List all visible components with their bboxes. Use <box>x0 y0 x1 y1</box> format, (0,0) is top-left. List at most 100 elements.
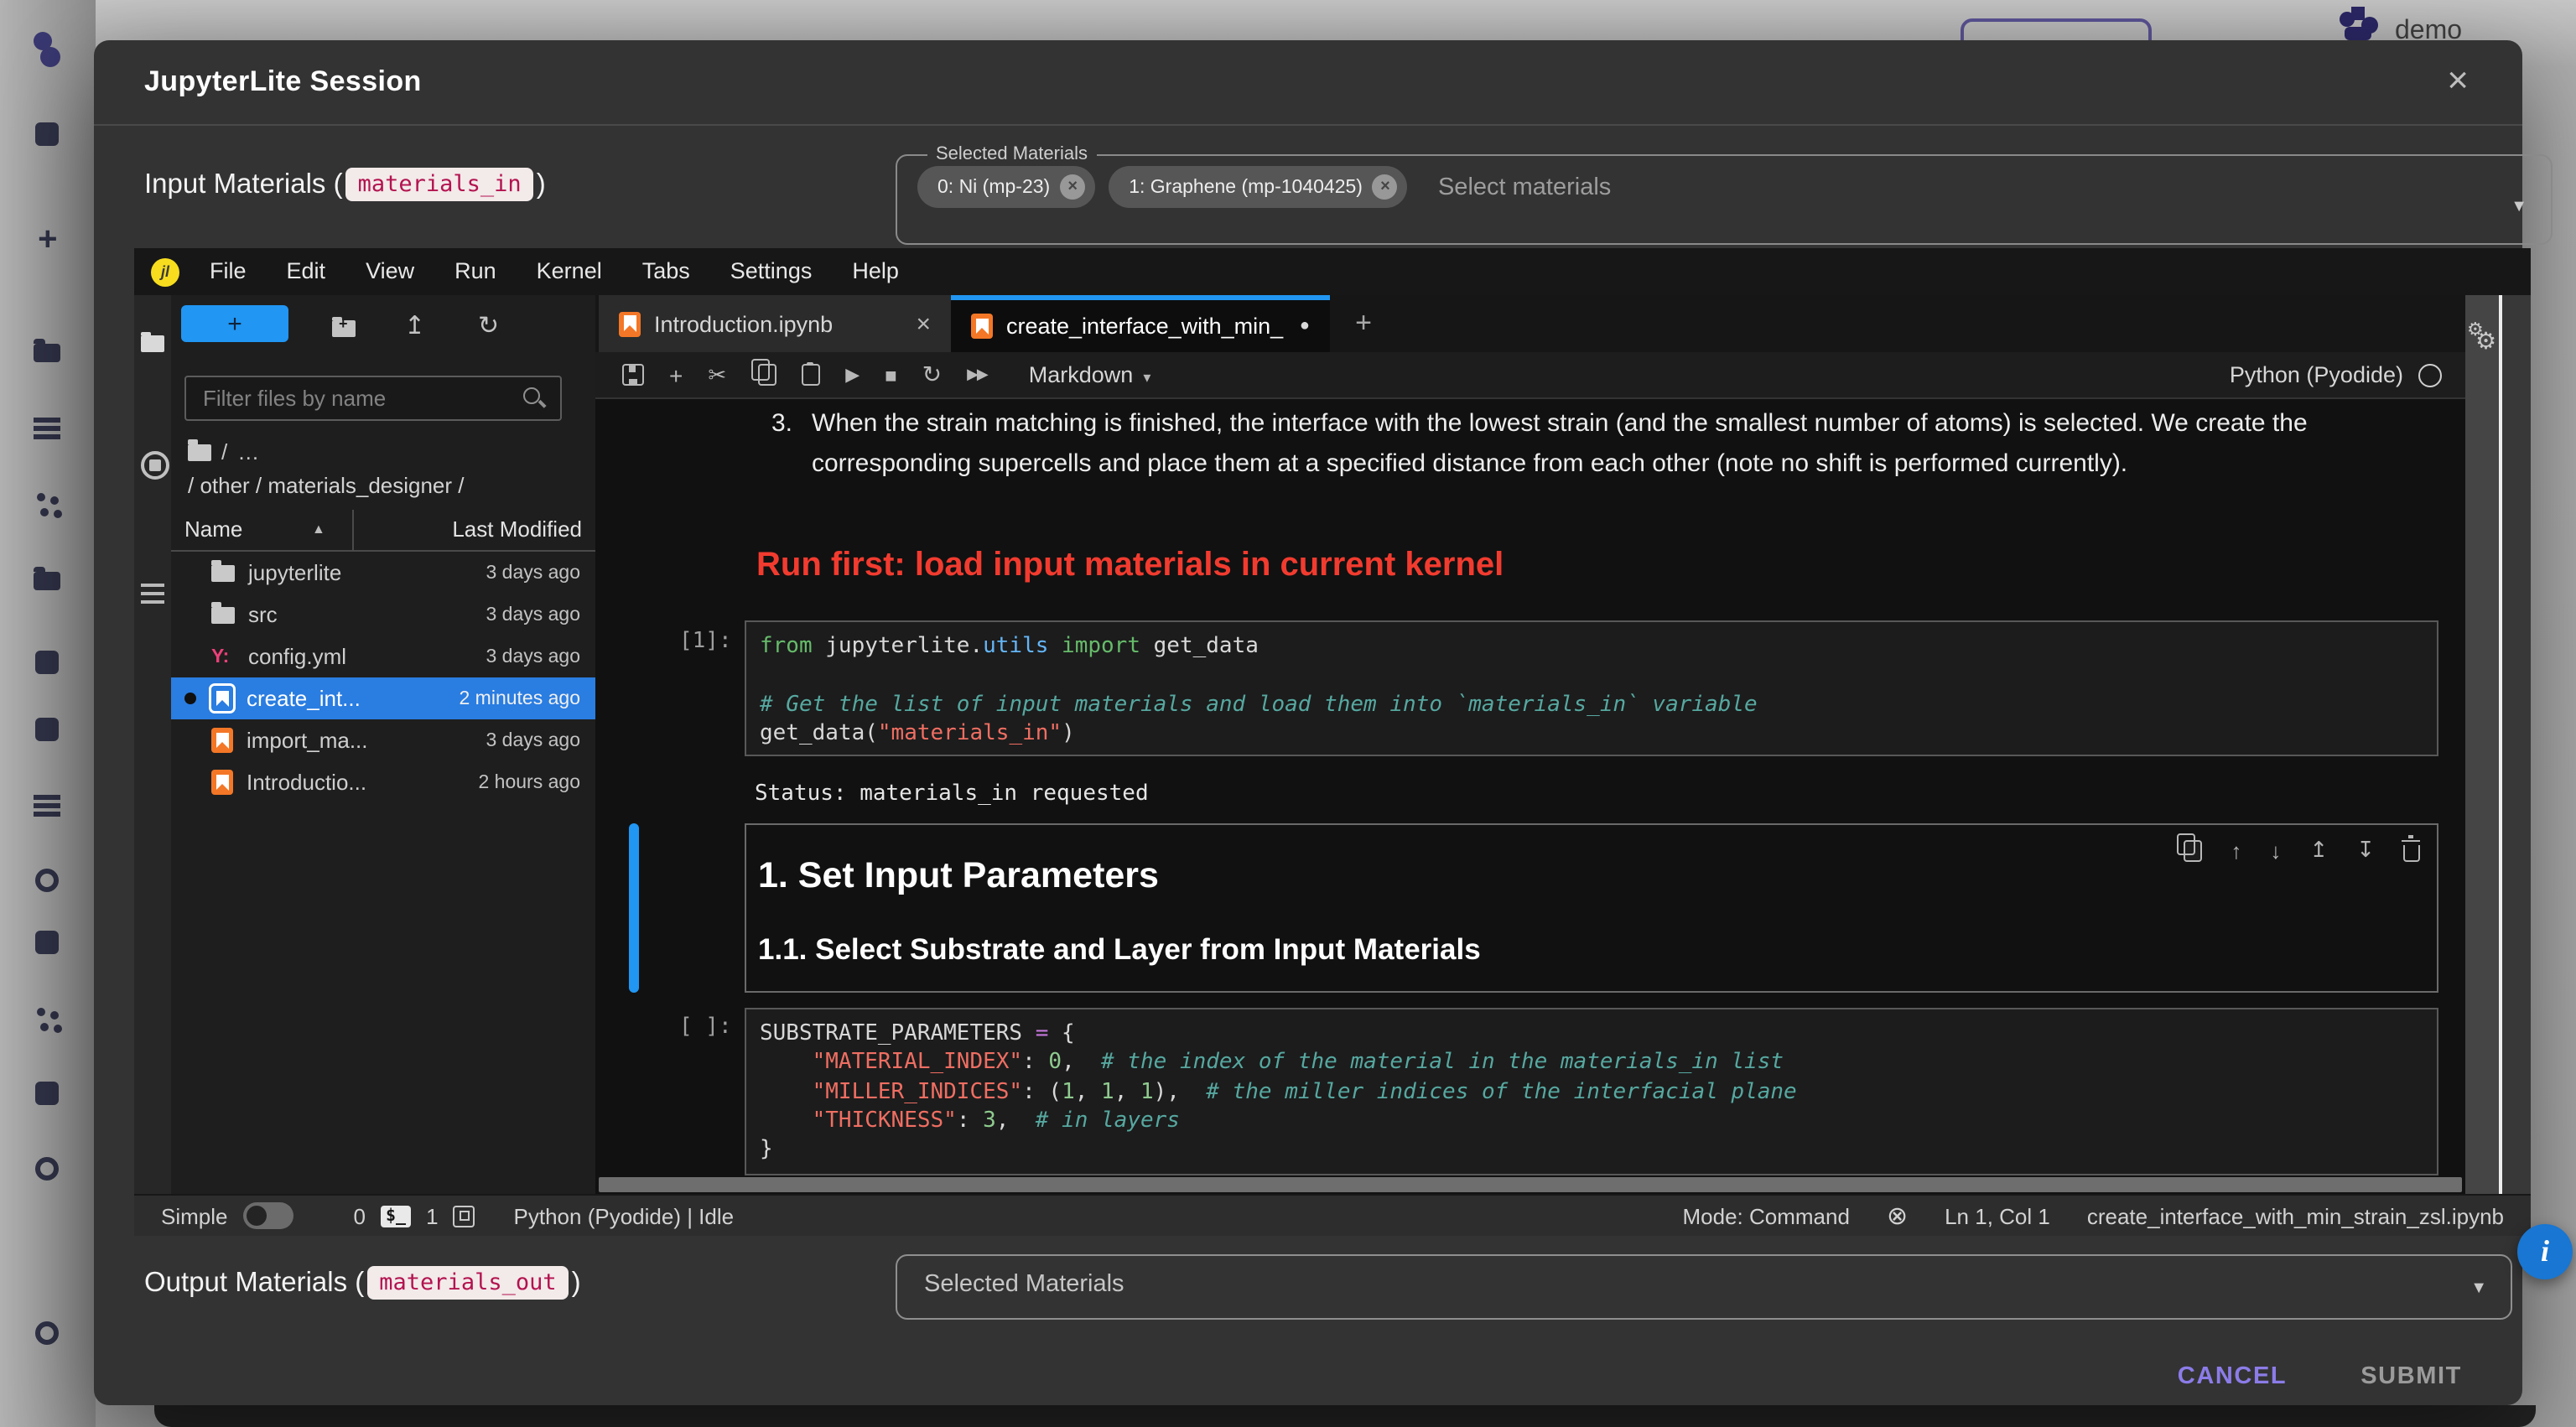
filter-files-input[interactable] <box>200 381 508 416</box>
workspaces-icon[interactable] <box>27 114 67 154</box>
home-folder-icon[interactable] <box>188 444 211 460</box>
file-row[interactable]: create_int...2 minutes ago <box>171 677 595 719</box>
team-icon[interactable] <box>27 998 67 1038</box>
cut-icon[interactable]: ✂ <box>708 361 726 388</box>
refresh-icon[interactable]: ↻ <box>478 310 499 340</box>
jupyter-menubar: jl FileEditViewRunKernelTabsSettingsHelp <box>134 248 2531 295</box>
kernel-chip-icon[interactable] <box>454 1205 475 1227</box>
restart-icon[interactable]: ↻ <box>922 361 942 389</box>
atoms-icon[interactable] <box>27 483 67 523</box>
menu-view[interactable]: View <box>345 248 434 295</box>
run-all-icon[interactable]: ▶▶ <box>967 366 987 384</box>
paste-icon[interactable] <box>802 364 820 386</box>
user-icon[interactable] <box>27 1313 67 1353</box>
tab-introduction[interactable]: Introduction.ipynb × <box>599 295 951 352</box>
files-icon[interactable] <box>27 558 67 599</box>
add-icon[interactable]: + <box>27 221 67 262</box>
mode-indicator[interactable]: Mode: Command <box>1683 1203 1850 1228</box>
select-materials-placeholder[interactable]: Select materials <box>1438 174 1611 200</box>
jupyterlab-frame: jl FileEditViewRunKernelTabsSettingsHelp… <box>134 248 2531 1236</box>
shield-x-icon[interactable]: ⊗ <box>1887 1201 1908 1231</box>
selected-materials-field[interactable]: Selected Materials 0: Ni (mp-23)×1: Grap… <box>896 144 2553 245</box>
chevron-down-icon[interactable]: ▼ <box>2470 1279 2487 1298</box>
save-icon[interactable] <box>622 364 644 386</box>
cancel-button[interactable]: CANCEL <box>2178 1363 2287 1390</box>
duplicate-icon[interactable] <box>2177 839 2202 861</box>
gears-icon[interactable]: ⚙⚙ <box>2467 319 2501 352</box>
jupyterlite-logo-icon: jl <box>151 257 179 286</box>
image-icon[interactable] <box>27 709 67 750</box>
file-row[interactable]: Introductio...2 hours ago <box>171 761 595 803</box>
folder-icon[interactable] <box>27 330 67 371</box>
remove-chip-icon[interactable]: × <box>1373 174 1398 200</box>
file-browser-icon[interactable] <box>141 335 164 352</box>
breadcrumb-path[interactable]: / other / materials_designer / <box>188 473 465 498</box>
output-materials-select[interactable]: Selected Materials ▼ <box>896 1254 2512 1320</box>
info-button[interactable]: i <box>2517 1224 2573 1279</box>
horizontal-scrollbar[interactable] <box>599 1177 2462 1192</box>
move-down-icon[interactable]: ↓ <box>2270 838 2281 863</box>
code-cell-2[interactable]: SUBSTRATE_PARAMETERS = { "MATERIAL_INDEX… <box>745 1008 2438 1175</box>
stop-icon[interactable]: ■ <box>885 363 897 387</box>
notebook-toolbar: + ✂ ▶ ■ ↻ ▶▶ Markdown▾ Python (Pyodide) <box>595 352 2465 399</box>
tab-create-interface[interactable]: create_interface_with_min_ ● <box>951 295 1330 352</box>
menu-settings[interactable]: Settings <box>710 248 833 295</box>
bank-icon[interactable] <box>27 922 67 963</box>
notebook-icon <box>211 728 233 753</box>
list-icon[interactable] <box>27 407 67 448</box>
globe-icon[interactable] <box>27 1149 67 1189</box>
menu-run[interactable]: Run <box>434 248 517 295</box>
file-row[interactable]: jupyterlite3 days ago <box>171 552 595 594</box>
new-folder-icon[interactable] <box>332 320 356 337</box>
background-content-strip <box>154 1405 2536 1427</box>
markdown-cell-selected[interactable]: ↑↓↥↧ 1. Set Input Parameters 1.1. Select… <box>745 823 2438 993</box>
new-tab-button[interactable]: + <box>1338 295 1389 352</box>
column-last-modified[interactable]: Last Modified <box>452 516 582 542</box>
simple-mode-toggle[interactable] <box>243 1202 293 1229</box>
run-icon[interactable]: ▶ <box>845 364 860 386</box>
menu-tabs[interactable]: Tabs <box>622 248 710 295</box>
file-row[interactable]: Y:config.yml3 days ago <box>171 636 595 677</box>
running-sessions-icon[interactable] <box>141 451 169 480</box>
menu-kernel[interactable]: Kernel <box>517 248 622 295</box>
cursor-position[interactable]: Ln 1, Col 1 <box>1945 1203 2050 1228</box>
terminal-icon[interactable]: $_ <box>381 1205 411 1227</box>
file-modified: 3 days ago <box>486 605 595 625</box>
kernel-indicator[interactable]: Python (Pyodide) <box>2230 362 2465 387</box>
insert-below-icon[interactable]: ↧ <box>2356 837 2375 864</box>
delete-icon[interactable] <box>2403 839 2420 861</box>
menu-edit[interactable]: Edit <box>267 248 346 295</box>
file-row[interactable]: import_ma...3 days ago <box>171 719 595 761</box>
breadcrumb[interactable]: / … <box>188 439 259 464</box>
lab-icon[interactable] <box>27 642 67 682</box>
notebook-canvas[interactable]: 3. When the strain matching is finished,… <box>595 399 2465 1194</box>
upload-icon[interactable]: ↥ <box>404 310 425 340</box>
close-tab-icon[interactable]: × <box>916 309 931 338</box>
tab-bar: Introduction.ipynb × create_interface_wi… <box>595 295 2465 354</box>
chart-icon[interactable] <box>27 785 67 825</box>
table-of-contents-icon[interactable] <box>141 582 164 604</box>
new-launcher-button[interactable]: + <box>181 305 288 342</box>
material-chip[interactable]: 0: Ni (mp-23)× <box>917 166 1095 208</box>
submit-button[interactable]: SUBMIT <box>2360 1363 2462 1390</box>
app-logo-icon[interactable] <box>27 30 67 70</box>
insert-above-icon[interactable]: ↥ <box>2309 837 2328 864</box>
chevron-down-icon[interactable]: ▼ <box>2511 198 2527 216</box>
menu-file[interactable]: File <box>190 248 267 295</box>
close-icon[interactable]: × <box>2447 59 2469 102</box>
menu-help[interactable]: Help <box>832 248 919 295</box>
file-name: Introductio... <box>247 770 479 795</box>
remove-chip-icon[interactable]: × <box>1060 174 1085 200</box>
move-up-icon[interactable]: ↑ <box>2231 838 2241 863</box>
status-icon[interactable] <box>27 860 67 900</box>
copy-icon[interactable] <box>751 364 776 386</box>
kernel-status[interactable]: Python (Pyodide) | Idle <box>514 1203 735 1228</box>
insert-cell-icon[interactable]: + <box>669 361 683 388</box>
code-cell-1[interactable]: from jupyterlite.utils import get_data #… <box>745 620 2438 756</box>
right-scroll-strip[interactable] <box>2502 295 2531 1194</box>
column-name[interactable]: Name <box>184 516 242 542</box>
material-chip[interactable]: 1: Graphene (mp-1040425)× <box>1109 166 1408 208</box>
cell-type-dropdown[interactable]: Markdown▾ <box>1029 362 1151 387</box>
file-row[interactable]: src3 days ago <box>171 594 595 636</box>
share-icon[interactable] <box>27 1073 67 1113</box>
